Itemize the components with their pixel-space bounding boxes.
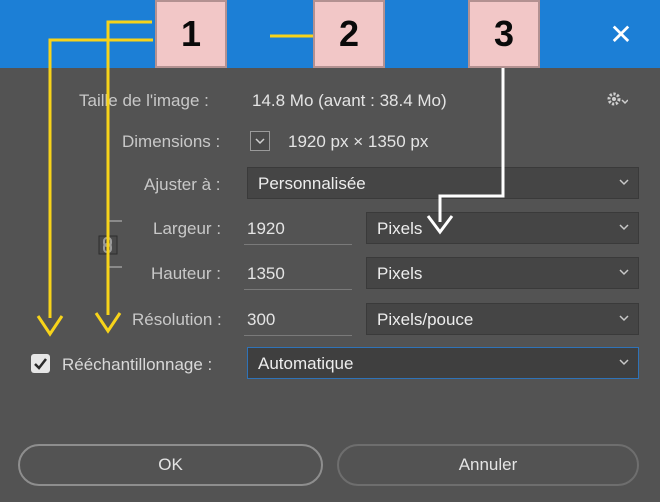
dimensions-label: Dimensions : (122, 132, 221, 151)
arrow-1 (48, 38, 153, 318)
constrain-proportions[interactable] (98, 218, 132, 270)
height-input-underline (244, 289, 352, 290)
close-icon[interactable]: ✕ (606, 20, 636, 50)
chevron-down-icon (619, 179, 629, 186)
gear-icon[interactable] (606, 90, 629, 113)
height-input[interactable]: 1350 (247, 264, 285, 284)
height-unit-value: Pixels (377, 264, 423, 283)
height-unit-select[interactable]: Pixels (366, 257, 639, 289)
resolution-label: Résolution : (132, 310, 222, 329)
width-input[interactable]: 1920 (247, 219, 285, 239)
annotation-badge-1: 1 (155, 0, 227, 68)
resolution-unit-value: Pixels/pouce (377, 310, 474, 329)
fit-to-value: Personnalisée (258, 174, 366, 193)
checkmark-icon (34, 358, 47, 370)
height-label: Hauteur : (151, 264, 221, 283)
resolution-unit-select[interactable]: Pixels/pouce (366, 303, 639, 335)
fit-to-select[interactable]: Personnalisée (247, 167, 639, 199)
dimensions-unit-dropdown[interactable] (250, 131, 270, 151)
chevron-down-icon (619, 359, 629, 366)
resolution-input[interactable]: 300 (247, 310, 275, 330)
annotation-badge-3: 3 (468, 0, 540, 68)
annotation-badge-2: 2 (313, 0, 385, 68)
dimensions-value: 1920 px × 1350 px (288, 132, 429, 151)
width-input-underline (244, 244, 352, 245)
width-unit-value: Pixels (377, 219, 423, 238)
fit-to-label: Ajuster à : (144, 175, 221, 194)
resolution-input-underline (244, 335, 352, 336)
resample-label: Rééchantillonnage : (62, 355, 213, 374)
chevron-down-icon (619, 224, 629, 231)
chevron-down-icon (619, 315, 629, 322)
image-size-label: Taille de l'image : (79, 91, 209, 110)
image-size-value: 14.8 Mo (avant : 38.4 Mo) (252, 91, 447, 110)
width-unit-select[interactable]: Pixels (366, 212, 639, 244)
resample-method-select[interactable]: Automatique (247, 347, 639, 379)
chevron-down-icon (255, 138, 265, 145)
resample-checkbox[interactable] (31, 354, 50, 373)
cancel-button[interactable]: Annuler (337, 444, 639, 486)
resample-method-value: Automatique (258, 354, 354, 373)
chevron-down-icon (619, 269, 629, 276)
ok-button[interactable]: OK (18, 444, 323, 486)
width-label: Largeur : (153, 219, 222, 238)
